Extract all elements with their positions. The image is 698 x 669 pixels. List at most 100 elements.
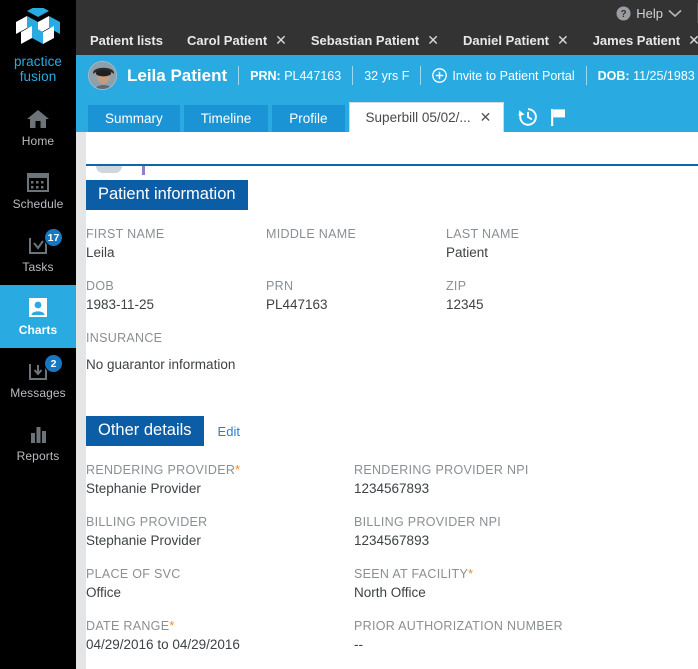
tab-sebastian-patient[interactable]: Sebastian Patient ✕: [311, 32, 439, 49]
prn-field: PRN: PL447163: [250, 69, 341, 83]
application-window: practice fusion Home: [0, 0, 698, 669]
help-menu[interactable]: ? Help: [616, 0, 682, 26]
close-icon[interactable]: ✕: [480, 109, 492, 126]
dob-value: 11/25/1983: [633, 69, 695, 83]
patient-name: Leila Patient: [127, 66, 227, 86]
divider: [420, 66, 421, 85]
home-icon: [25, 107, 51, 131]
dob-field: DOB: 11/25/1983: [598, 69, 695, 83]
logo-text: practice fusion: [0, 54, 76, 84]
field-label: SEEN AT FACILITY*: [354, 567, 622, 581]
other-details-section: Other details Edit RENDERING PROVIDER* S…: [86, 416, 698, 654]
remnant-cursor: [142, 166, 145, 175]
field-value: 04/29/2016 to 04/29/2016: [86, 637, 354, 654]
sidebar-label-tasks: Tasks: [22, 260, 53, 274]
field-middle-name: MIDDLE NAME: [266, 227, 446, 262]
field-label: BILLING PROVIDER: [86, 515, 354, 529]
patient-banner: Leila Patient PRN: PL447163 32 yrs F Inv…: [76, 55, 698, 96]
sidebar-item-reports[interactable]: Reports: [0, 411, 76, 474]
history-icon[interactable]: [517, 106, 539, 128]
tab-profile[interactable]: Profile: [272, 105, 344, 132]
patient-information-header-row: Patient information: [86, 180, 698, 210]
logo-line-1: practice: [0, 54, 76, 69]
avatar-photo: [89, 62, 117, 90]
edit-other-details-link[interactable]: Edit: [218, 424, 240, 439]
field-first-name: FIRST NAME Leila: [86, 227, 266, 262]
field-label: PRIOR AUTHORIZATION NUMBER: [354, 619, 622, 633]
field-value: Leila: [86, 245, 266, 262]
section-divider: [86, 164, 698, 166]
divider: [586, 66, 587, 85]
field-label-text: SEEN AT FACILITY: [354, 567, 468, 581]
avatar[interactable]: [88, 61, 117, 90]
tab-james-patient[interactable]: James Patient ✕: [593, 32, 698, 49]
field-prior-authorization-number: PRIOR AUTHORIZATION NUMBER --: [354, 619, 622, 654]
field-dob: DOB 1983-11-25: [86, 279, 266, 314]
tasks-badge: 17: [44, 228, 63, 247]
patient-information-section: Patient information FIRST NAME Leila MID…: [86, 180, 698, 374]
field-label: DOB: [86, 279, 266, 293]
field-rendering-provider: RENDERING PROVIDER* Stephanie Provider: [86, 463, 354, 498]
field-billing-provider: BILLING PROVIDER Stephanie Provider: [86, 515, 354, 550]
svg-text:?: ?: [621, 9, 627, 20]
field-value: Patient: [446, 245, 626, 262]
field-zip: ZIP 12345: [446, 279, 626, 314]
tab-label: James Patient: [593, 33, 680, 48]
sidebar-item-charts[interactable]: Charts: [0, 285, 76, 348]
field-place-of-svc: PLACE OF SVC Office: [86, 567, 354, 602]
required-asterisk: *: [169, 619, 174, 633]
patient-tab-bar: Patient lists Carol Patient ✕ Sebastian …: [76, 26, 698, 55]
close-icon[interactable]: ✕: [688, 32, 698, 49]
field-label: PLACE OF SVC: [86, 567, 354, 581]
tab-summary[interactable]: Summary: [88, 105, 180, 132]
field-value: 1234567893: [354, 481, 622, 498]
sidebar-item-messages[interactable]: 2 Messages: [0, 348, 76, 411]
field-date-range: DATE RANGE* 04/29/2016 to 04/29/2016: [86, 619, 354, 654]
divider: [238, 66, 239, 85]
tab-carol-patient[interactable]: Carol Patient ✕: [187, 32, 287, 49]
field-last-name: LAST NAME Patient: [446, 227, 626, 262]
invite-label: Invite to Patient Portal: [452, 69, 574, 83]
field-billing-provider-npi: BILLING PROVIDER NPI 1234567893: [354, 515, 622, 550]
other-details-header-row: Other details Edit: [86, 416, 698, 446]
required-asterisk: *: [468, 567, 473, 581]
sidebar-label-home: Home: [22, 134, 54, 148]
chevron-down-icon: [668, 9, 682, 18]
field-label: FIRST NAME: [86, 227, 266, 241]
charts-icon: [25, 296, 51, 320]
question-circle-icon: ?: [616, 6, 631, 21]
sidebar-label-reports: Reports: [17, 449, 60, 463]
patient-information-title: Patient information: [86, 180, 248, 210]
tab-timeline[interactable]: Timeline: [184, 105, 269, 132]
field-value: Stephanie Provider: [86, 481, 354, 498]
close-icon[interactable]: ✕: [427, 32, 439, 49]
field-label: MIDDLE NAME: [266, 227, 446, 241]
sidebar-item-schedule[interactable]: Schedule: [0, 159, 76, 222]
close-icon[interactable]: ✕: [275, 32, 287, 49]
invite-to-patient-portal-button[interactable]: Invite to Patient Portal: [432, 68, 574, 83]
tab-label: Superbill 05/02/...: [366, 110, 471, 125]
practice-fusion-logo-icon: [10, 8, 66, 52]
practice-fusion-logo[interactable]: practice fusion: [0, 0, 76, 84]
field-value: 12345: [446, 297, 626, 314]
age-sex: 32 yrs F: [364, 69, 409, 83]
sidebar-label-messages: Messages: [10, 386, 66, 400]
divider: [352, 66, 353, 85]
tab-daniel-patient[interactable]: Daniel Patient ✕: [463, 32, 569, 49]
sidebar-item-tasks[interactable]: 17 Tasks: [0, 222, 76, 285]
top-bar: ? Help: [76, 0, 698, 26]
required-asterisk: *: [235, 463, 240, 477]
content-gutter: [76, 132, 86, 669]
field-seen-at-facility: SEEN AT FACILITY* North Office: [354, 567, 622, 602]
tab-patient-lists[interactable]: Patient lists: [90, 33, 163, 48]
sidebar-item-home[interactable]: Home: [0, 96, 76, 159]
field-insurance: INSURANCE No guarantor information: [86, 331, 698, 374]
flag-icon[interactable]: [548, 106, 568, 128]
field-value: --: [354, 637, 622, 654]
field-label: ZIP: [446, 279, 626, 293]
tab-label: Timeline: [201, 111, 252, 126]
close-icon[interactable]: ✕: [557, 32, 569, 49]
tab-superbill[interactable]: Superbill 05/02/... ✕: [349, 102, 505, 132]
field-label: RENDERING PROVIDER*: [86, 463, 354, 477]
field-label-text: DATE RANGE: [86, 619, 169, 633]
